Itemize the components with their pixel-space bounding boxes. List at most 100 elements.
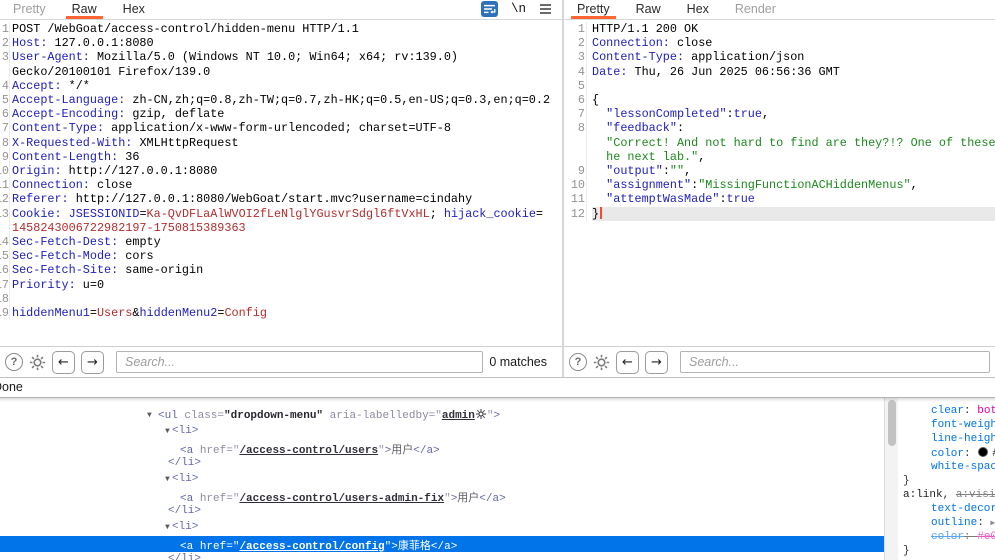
request-line: 5Accept-Language: zh-CN,zh;q=0.8,zh-TW;q… bbox=[0, 93, 562, 107]
request-line: 11Connection: close bbox=[0, 178, 562, 192]
request-line: 2Host: 127.0.0.1:8080 bbox=[0, 36, 562, 50]
search-next-button[interactable]: → bbox=[645, 351, 668, 374]
css-rule-line[interactable]: } bbox=[903, 475, 910, 488]
request-toolbar: \n bbox=[481, 1, 552, 17]
search-settings-gear-icon[interactable] bbox=[29, 354, 46, 371]
status-bar: Done bbox=[0, 378, 995, 398]
request-line: 14Sec-Fetch-Dest: empty bbox=[0, 235, 562, 249]
response-line: 4Date: Thu, 26 Jun 2025 06:56:36 GMT bbox=[564, 65, 995, 79]
request-line: 12Referer: http://127.0.0.1:8080/WebGoat… bbox=[0, 192, 562, 206]
devtools-rules-view[interactable]: clear: bothfont-weight: line-height: col… bbox=[899, 398, 995, 560]
request-searchbar: ? ← → 0 matches bbox=[0, 346, 562, 377]
markup-row[interactable]: ▼<li> bbox=[0, 520, 884, 536]
tab-pretty[interactable]: Pretty bbox=[575, 0, 612, 18]
search-previous-button[interactable]: ← bbox=[616, 351, 639, 374]
response-line: 11 "attemptWasMade":true bbox=[564, 192, 995, 206]
css-rule-line[interactable]: font-weight: bbox=[931, 419, 995, 432]
help-icon[interactable]: ? bbox=[569, 353, 587, 371]
response-line: 3Content-Type: application/json bbox=[564, 50, 995, 64]
burp-message-editors: Pretty Raw Hex \n 1POST /WebGoat/access-co… bbox=[0, 0, 995, 378]
request-line: 3User-Agent: Mozilla/5.0 (Windows NT 10.… bbox=[0, 50, 562, 64]
css-rule-line[interactable]: line-height: bbox=[931, 433, 995, 446]
request-line: 16Sec-Fetch-Site: same-origin bbox=[0, 263, 562, 277]
tab-hex[interactable]: Hex bbox=[685, 0, 711, 18]
response-line: 7 "lessonCompleted":true, bbox=[564, 107, 995, 121]
css-rule-line[interactable]: color: # bbox=[931, 447, 995, 461]
request-tabbar: Pretty Raw Hex \n bbox=[0, 0, 562, 20]
css-rule-line[interactable]: outline: ▶ r bbox=[931, 517, 995, 530]
markup-row[interactable]: ▼<li> bbox=[0, 472, 884, 488]
markup-row[interactable]: </li> bbox=[0, 456, 884, 472]
response-panel: Pretty Raw Hex Render 1HTTP/1.1 200 OK2Conn… bbox=[562, 0, 995, 377]
request-line: 17Priority: u=0 bbox=[0, 278, 562, 292]
request-search-input[interactable] bbox=[116, 351, 483, 373]
response-tabbar: Pretty Raw Hex Render bbox=[564, 0, 995, 20]
response-line: he next lab.", bbox=[564, 150, 995, 164]
request-line: 1POST /WebGoat/access-control/hidden-men… bbox=[0, 22, 562, 36]
request-line: 9Content-Length: 36 bbox=[0, 150, 562, 164]
request-panel: Pretty Raw Hex \n 1POST /WebGoat/access-co… bbox=[0, 0, 562, 377]
search-settings-gear-icon[interactable] bbox=[593, 354, 610, 371]
clipped-markup-fragment: </b> bbox=[497, 398, 523, 401]
request-search-matches: 0 matches bbox=[489, 355, 557, 369]
search-previous-button[interactable]: ← bbox=[52, 351, 75, 374]
search-next-button[interactable]: → bbox=[81, 351, 104, 374]
scrollbar-thumb[interactable] bbox=[888, 400, 896, 446]
response-line: 8 "feedback": bbox=[564, 121, 995, 135]
css-rule-line[interactable]: text-decoration: bbox=[931, 503, 995, 516]
request-line: 10Origin: http://127.0.0.1:8080 bbox=[0, 164, 562, 178]
request-editor[interactable]: 1POST /WebGoat/access-control/hidden-men… bbox=[0, 20, 562, 346]
response-editor[interactable]: 1HTTP/1.1 200 OK2Connection: close3Conte… bbox=[564, 20, 995, 346]
tab-raw[interactable]: Raw bbox=[634, 0, 663, 18]
response-line: "Correct! And not hard to find are they?… bbox=[564, 136, 995, 150]
help-icon[interactable]: ? bbox=[5, 353, 23, 371]
expand-arrow-icon[interactable]: ▼ bbox=[147, 411, 152, 420]
markup-row[interactable]: <a href="/access-control/users">用户</a> bbox=[0, 440, 884, 456]
response-line: 12} bbox=[564, 207, 995, 221]
request-line: 6Accept-Encoding: gzip, deflate bbox=[0, 107, 562, 121]
text-cursor bbox=[600, 207, 602, 219]
tab-render[interactable]: Render bbox=[733, 0, 778, 18]
css-rule-line[interactable]: a:link, a:visited bbox=[903, 489, 995, 502]
response-line: 10 "assignment":"MissingFunctionACHidden… bbox=[564, 178, 995, 192]
devtools-scrollbar[interactable] bbox=[884, 398, 898, 560]
newline-toggle[interactable]: \n bbox=[511, 2, 526, 16]
expand-arrow-icon[interactable]: ▼ bbox=[165, 523, 170, 532]
markup-row[interactable]: ▼<ul class="dropdown-menu" aria-labelled… bbox=[0, 408, 884, 424]
request-line: 8X-Requested-With: XMLHttpRequest bbox=[0, 136, 562, 150]
request-line: 13Cookie: JSESSIONID=Ka-QvDFLaAlWVOI2fLe… bbox=[0, 207, 562, 221]
expand-arrow-icon[interactable]: ▼ bbox=[165, 427, 170, 436]
markup-row[interactable]: ▼<li> bbox=[0, 424, 884, 440]
css-rule-line[interactable]: color: #e04 bbox=[931, 531, 995, 544]
expand-arrow-icon[interactable]: ▼ bbox=[165, 475, 170, 484]
wrap-lines-icon[interactable] bbox=[481, 1, 498, 17]
markup-row[interactable]: </li> bbox=[0, 552, 884, 560]
request-line: 19hiddenMenu1=Users&hiddenMenu2=Config bbox=[0, 306, 562, 320]
css-rule-line[interactable]: white-space: bbox=[931, 461, 995, 474]
devtools-inspector: </b> ▼<ul class="dropdown-menu" aria-lab… bbox=[0, 398, 995, 560]
response-line: 1HTTP/1.1 200 OK bbox=[564, 22, 995, 36]
response-tabs: Pretty Raw Hex Render bbox=[564, 0, 789, 17]
request-tabs: Pretty Raw Hex bbox=[0, 0, 158, 17]
markup-row[interactable]: <a href="/access-control/users-admin-fix… bbox=[0, 488, 884, 504]
status-text: Done bbox=[0, 380, 23, 394]
request-line: Gecko/20100101 Firefox/139.0 bbox=[0, 65, 562, 79]
css-rule-line[interactable]: clear: both bbox=[931, 405, 995, 418]
markup-row[interactable]: </li> bbox=[0, 504, 884, 520]
devtools-markup-view[interactable]: </b> ▼<ul class="dropdown-menu" aria-lab… bbox=[0, 398, 884, 560]
response-line: 2Connection: close bbox=[564, 36, 995, 50]
request-line: 7Content-Type: application/x-www-form-ur… bbox=[0, 121, 562, 135]
css-rule-line[interactable]: } bbox=[903, 545, 910, 558]
color-swatch[interactable] bbox=[978, 447, 988, 457]
tab-raw[interactable]: Raw bbox=[70, 0, 99, 18]
response-line: 9 "output":"", bbox=[564, 164, 995, 178]
tab-hex[interactable]: Hex bbox=[121, 0, 147, 18]
response-line: 6{ bbox=[564, 93, 995, 107]
response-line: 5 bbox=[564, 79, 995, 93]
editor-menu-icon[interactable] bbox=[539, 3, 552, 15]
response-search-input[interactable] bbox=[680, 351, 990, 373]
tab-pretty[interactable]: Pretty bbox=[11, 0, 48, 18]
request-line: 18 bbox=[0, 292, 562, 306]
markup-row-selected[interactable]: <a href="/access-control/config">康菲格</a> bbox=[0, 536, 884, 552]
node-picker-icon[interactable] bbox=[476, 409, 486, 423]
